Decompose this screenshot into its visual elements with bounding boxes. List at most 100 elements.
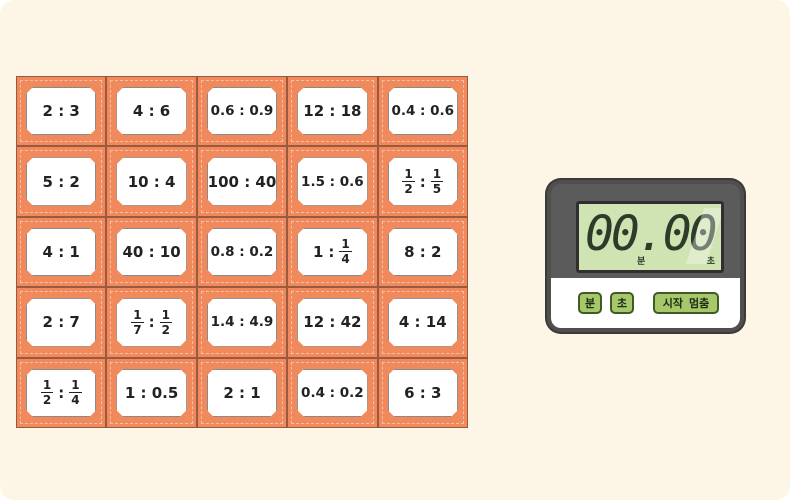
ratio-card[interactable]: 100 : 40 — [207, 157, 277, 205]
ratio-card[interactable]: 12 : 18 — [297, 87, 367, 135]
ratio-text: 40 : 10 — [122, 242, 181, 261]
card-cell[interactable]: 1:14 — [287, 216, 378, 288]
ratio-text: 12 : 42 — [303, 313, 362, 332]
card-cell[interactable]: 100 : 40 — [196, 146, 288, 217]
ratio-text: 12 : 18 — [303, 102, 362, 121]
card-cell[interactable]: 0.6 : 0.9 — [196, 76, 288, 147]
fraction: 12 — [160, 309, 172, 336]
ratio-card[interactable]: 1:14 — [297, 228, 367, 276]
ratio-colon: : — [328, 242, 335, 261]
ratio-text: 0.4 : 0.6 — [391, 103, 455, 120]
ratio-card-grid: 2 : 3 4 : 6 0.6 : 0.9 12 : 18 0.4 : 0.6 5 : 2… — [16, 76, 468, 428]
card-corner-notch — [90, 129, 103, 142]
ratio-card[interactable]: 0.8 : 0.2 — [207, 228, 277, 276]
card-cell[interactable]: 12 : 18 — [287, 76, 378, 147]
ratio-text: 0.4 : 0.2 — [301, 384, 364, 401]
card-corner-notch — [90, 270, 103, 282]
card-cell[interactable]: 0.4 : 0.6 — [377, 76, 468, 147]
card-cell[interactable]: 0.8 : 0.2 — [196, 216, 288, 288]
fraction-numerator: 1 — [404, 167, 413, 182]
card-cell[interactable]: 12 : 42 — [287, 287, 378, 358]
card-corner-notch — [90, 411, 103, 423]
card-cell[interactable]: 1.5 : 0.6 — [287, 146, 378, 217]
stop-label: 멈춤 — [689, 297, 710, 310]
card-cell[interactable]: 1 : 0.5 — [106, 357, 197, 428]
ratio-card[interactable]: 0.4 : 0.2 — [297, 369, 367, 417]
card-cell[interactable]: 10 : 4 — [106, 146, 197, 217]
second-button[interactable]: 초 — [610, 292, 634, 314]
fraction-numerator: 1 — [133, 307, 142, 322]
card-cell[interactable]: 8 : 2 — [377, 216, 468, 288]
ratio-card[interactable]: 6 : 3 — [388, 369, 458, 417]
card-cell[interactable]: 1.4 : 4.9 — [196, 287, 288, 358]
ratio-card[interactable]: 2 : 3 — [26, 87, 96, 135]
card-cell[interactable]: 5 : 2 — [16, 146, 107, 217]
ratio-text: 10 : 4 — [127, 172, 176, 191]
ratio-text: 1.5 : 0.6 — [301, 173, 364, 190]
ratio-card[interactable]: 0.6 : 0.9 — [207, 87, 277, 135]
fraction: 12 — [41, 379, 53, 406]
card-cell[interactable]: 2 : 3 — [16, 76, 107, 147]
digital-timer: 00.00 분 초 분 초 시작 멈춤 — [547, 180, 744, 332]
ratio-card[interactable]: 5 : 2 — [26, 157, 96, 205]
ratio-text: 0.8 : 0.2 — [210, 243, 274, 260]
card-cell[interactable]: 6 : 3 — [377, 357, 468, 428]
minute-button[interactable]: 분 — [578, 292, 602, 314]
ratio-card[interactable]: 12 : 42 — [297, 298, 367, 346]
ratio-text: 100 : 40 — [207, 172, 277, 191]
card-cell[interactable]: 12:15 — [377, 146, 468, 217]
card-cell[interactable]: 12:14 — [16, 357, 107, 428]
start-stop-button[interactable]: 시작 멈춤 — [653, 292, 719, 314]
card-cell[interactable]: 4 : 1 — [16, 216, 107, 288]
page-background: 2 : 3 4 : 6 0.6 : 0.9 12 : 18 0.4 : 0.6 5 : 2… — [0, 0, 790, 500]
ratio-card[interactable]: 17:12 — [116, 298, 186, 346]
card-cell[interactable]: 4 : 6 — [106, 76, 197, 147]
ratio-card[interactable]: 4 : 1 — [26, 228, 96, 276]
fraction-denominator: 2 — [404, 182, 413, 197]
ratio-card[interactable]: 2 : 7 — [26, 298, 96, 346]
ratio-card[interactable]: 8 : 2 — [388, 228, 458, 276]
card-cell[interactable]: 0.4 : 0.2 — [287, 357, 378, 428]
ratio-text: 12:15 — [402, 168, 443, 195]
ratio-card[interactable]: 10 : 4 — [116, 157, 186, 205]
ratio-colon: : — [419, 172, 426, 191]
ratio-text: 4 : 6 — [132, 102, 171, 121]
ratio-text: 1.4 : 4.9 — [210, 314, 274, 331]
fraction-denominator: 2 — [161, 322, 170, 337]
ratio-card[interactable]: 12:15 — [388, 157, 458, 205]
fraction-denominator: 7 — [133, 322, 142, 337]
fraction-denominator: 2 — [42, 393, 52, 408]
fraction-numerator: 1 — [432, 167, 442, 182]
fraction-denominator: 4 — [71, 393, 80, 408]
ratio-card[interactable]: 1 : 0.5 — [116, 369, 186, 417]
card-cell[interactable]: 2 : 1 — [196, 357, 288, 428]
ratio-text: 1:14 — [313, 238, 352, 265]
card-cell[interactable]: 17:12 — [106, 287, 197, 358]
timer-unit-minutes: 분 — [637, 257, 646, 267]
ratio-card[interactable]: 40 : 10 — [116, 228, 186, 276]
card-cell[interactable]: 40 : 10 — [106, 216, 197, 288]
ratio-colon: : — [148, 313, 155, 332]
ratio-text: 4 : 14 — [398, 313, 447, 332]
fraction: 14 — [69, 379, 81, 406]
ratio-card[interactable]: 2 : 1 — [207, 369, 277, 417]
card-corner-notch — [271, 270, 283, 282]
fraction-denominator: 5 — [432, 182, 442, 197]
ratio-card[interactable]: 12:14 — [26, 369, 96, 417]
fraction: 12 — [402, 168, 414, 195]
card-corner-notch — [452, 129, 464, 142]
fraction-numerator: 1 — [341, 237, 350, 252]
ratio-text: 2 : 3 — [42, 102, 80, 121]
ratio-card[interactable]: 1.5 : 0.6 — [297, 157, 367, 205]
ratio-card[interactable]: 4 : 14 — [388, 298, 458, 346]
fraction: 15 — [431, 168, 443, 195]
start-label: 시작 — [662, 297, 683, 310]
ratio-card[interactable]: 4 : 6 — [116, 87, 186, 135]
ratio-card[interactable]: 0.4 : 0.6 — [388, 87, 458, 135]
card-cell[interactable]: 4 : 14 — [377, 287, 468, 358]
fraction: 14 — [339, 238, 351, 265]
card-cell[interactable]: 2 : 7 — [16, 287, 107, 358]
card-corner-notch — [271, 129, 283, 142]
ratio-colon: : — [58, 383, 65, 402]
ratio-card[interactable]: 1.4 : 4.9 — [207, 298, 277, 346]
